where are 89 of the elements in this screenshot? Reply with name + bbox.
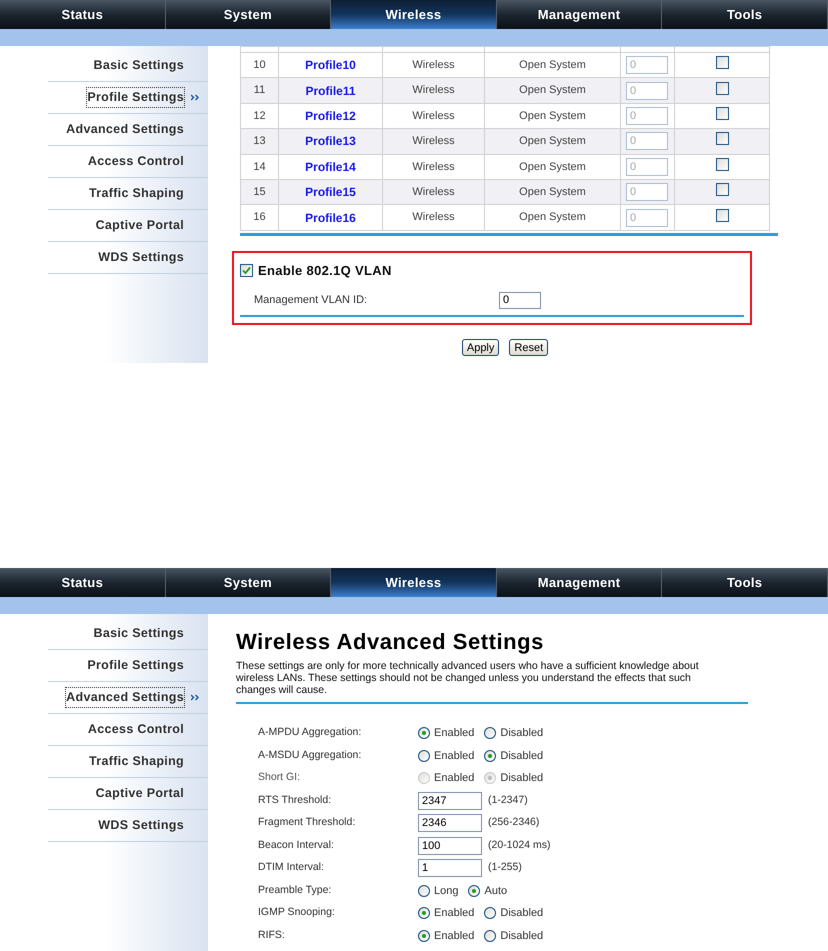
option-label: Enabled: [434, 748, 474, 764]
setting-label: A-MPDU Aggregation:: [258, 725, 362, 740]
option-label: Long: [434, 884, 458, 898]
profile-link[interactable]: Profile14: [278, 154, 382, 180]
vlan-checkbox[interactable]: [240, 264, 253, 277]
table-cell: 13: [240, 128, 278, 154]
double-chevron-icon: [191, 94, 200, 101]
radio-button[interactable]: [418, 930, 430, 942]
range-hint: (1-255): [488, 860, 522, 876]
sidebar-item[interactable]: Profile Settings: [87, 88, 184, 107]
sidebar-item[interactable]: Advanced Settings: [66, 120, 184, 139]
option-label: Disabled: [500, 906, 544, 921]
table-cell: 16: [240, 204, 278, 230]
table-cell: Open System: [484, 128, 620, 154]
option-label: Enabled: [434, 928, 474, 944]
profile-link[interactable]: Profile11: [278, 78, 382, 104]
option-label: Disabled: [500, 726, 544, 741]
page-description: These settings are only for more technically advanced users who have a sufficient knowledge about wireless LANs. These settings should not be changed unless you understand the effects that such changes will cause.: [236, 660, 700, 696]
option-label: Auto: [484, 884, 508, 898]
table-cell: Open System: [484, 204, 620, 230]
sidebar-item[interactable]: Basic Settings: [93, 624, 184, 643]
radio-button[interactable]: [418, 907, 430, 920]
table-cell: Wireless: [382, 154, 484, 180]
radio-button[interactable]: [484, 930, 496, 942]
radio-button[interactable]: [484, 907, 496, 920]
number-field[interactable]: 1: [418, 859, 482, 878]
range-hint: (256-2346): [488, 815, 540, 830]
sidebar-item[interactable]: Captive Portal: [96, 784, 184, 803]
setting-label: RTS Threshold:: [258, 792, 332, 808]
number-field[interactable]: 100: [418, 836, 482, 855]
radio-button[interactable]: [418, 727, 430, 740]
page-title: Wireless Advanced Settings: [236, 628, 545, 656]
setting-label: Short GI:: [258, 770, 302, 786]
sidebar-item[interactable]: Access Control: [88, 152, 184, 171]
row-checkbox[interactable]: [716, 106, 728, 120]
table-cell: 11: [240, 78, 278, 104]
sidebar-item[interactable]: Advanced Settings: [66, 688, 184, 707]
radio-button[interactable]: [468, 884, 480, 897]
option-label: Enabled: [434, 906, 474, 921]
setting-label: A-MSDU Aggregation:: [258, 748, 362, 763]
radio-button[interactable]: [484, 750, 496, 762]
radio-button[interactable]: [484, 727, 496, 740]
range-hint: (1-2347): [488, 792, 528, 808]
management-vlan-field[interactable]: 0: [499, 292, 541, 310]
table-cell: Open System: [484, 78, 620, 104]
sidebar-item[interactable]: Captive Portal: [96, 216, 184, 235]
setting-label: Fragment Threshold:: [258, 815, 356, 830]
setting-label: Preamble Type:: [258, 882, 332, 898]
setting-label: Beacon Interval:: [258, 838, 335, 853]
option-label: Disabled: [500, 928, 544, 944]
setting-label: IGMP Snooping:: [258, 905, 336, 920]
form-button[interactable]: Apply: [462, 339, 500, 356]
option-label: Enabled: [434, 771, 474, 786]
table-cell: Open System: [484, 154, 620, 180]
field-label: Management VLAN ID:: [254, 293, 368, 308]
table-cell: 14: [240, 154, 278, 180]
nav-tab[interactable]: Wireless: [331, 568, 497, 597]
form-button[interactable]: Reset: [509, 339, 548, 356]
row-checkbox[interactable]: [716, 132, 728, 146]
row-checkbox[interactable]: [716, 56, 728, 70]
sidebar-item[interactable]: WDS Settings: [98, 816, 184, 835]
range-hint: (20-1024 ms): [488, 838, 550, 853]
option-label: Disabled: [500, 748, 544, 764]
row-checkbox[interactable]: [716, 158, 728, 171]
nav-tab[interactable]: Wireless: [331, 0, 497, 29]
setting-label: RIFS:: [258, 928, 286, 943]
sidebar-item[interactable]: Profile Settings: [87, 656, 184, 675]
double-chevron-icon: [191, 694, 200, 701]
option-label: Disabled: [500, 771, 544, 786]
radio-button[interactable]: [418, 884, 430, 897]
table-cell: Wireless: [382, 78, 484, 104]
sidebar-item[interactable]: WDS Settings: [98, 248, 184, 267]
row-checkbox[interactable]: [716, 183, 728, 196]
table-cell: Wireless: [382, 204, 484, 230]
row-checkbox[interactable]: [716, 208, 728, 222]
sidebar-item[interactable]: Basic Settings: [93, 56, 184, 75]
option-label: Enabled: [434, 726, 474, 741]
table-cell: Wireless: [382, 128, 484, 154]
profile-link[interactable]: Profile16: [278, 204, 382, 230]
sidebar-item[interactable]: Traffic Shaping: [89, 184, 184, 203]
number-field[interactable]: 2346: [418, 814, 482, 832]
number-field[interactable]: 2347: [418, 792, 482, 810]
vlan-label: Enable 802.1Q VLAN: [258, 262, 392, 280]
setting-label: DTIM Interval:: [258, 860, 325, 876]
sidebar-item[interactable]: Access Control: [88, 720, 184, 739]
profile-link[interactable]: Profile13: [278, 128, 382, 154]
row-checkbox[interactable]: [716, 82, 728, 95]
sidebar-item[interactable]: Traffic Shaping: [89, 752, 184, 771]
radio-button[interactable]: [418, 750, 430, 762]
